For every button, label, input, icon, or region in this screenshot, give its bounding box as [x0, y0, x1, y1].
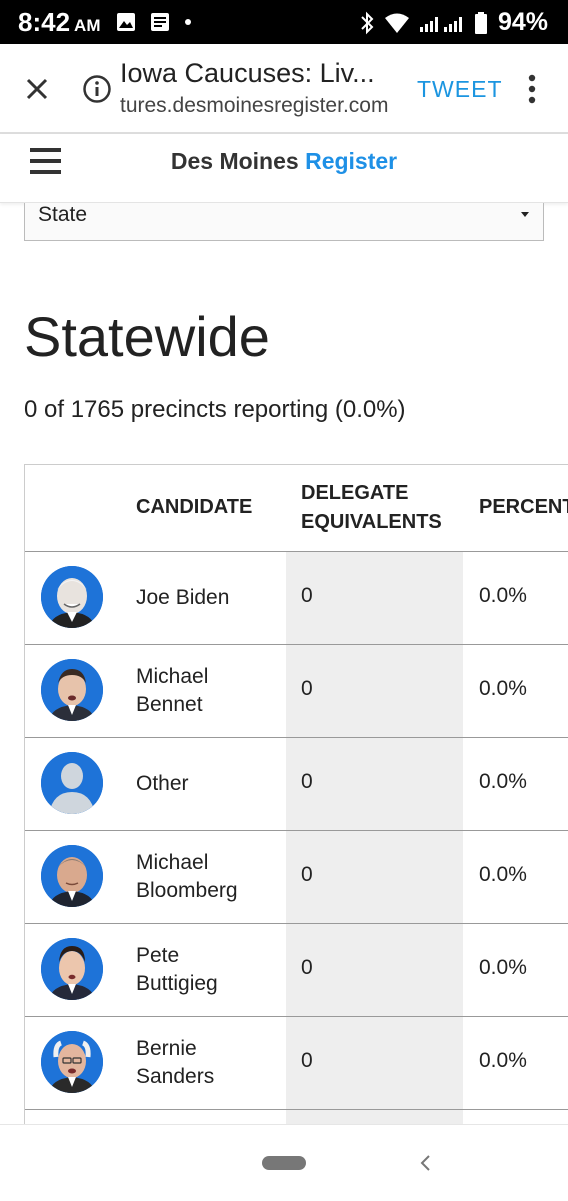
- back-chevron-icon[interactable]: [418, 1154, 432, 1172]
- dropdown-arrow-icon: [521, 212, 529, 217]
- site-logo[interactable]: Des Moines Register: [0, 148, 568, 175]
- tweet-button[interactable]: TWEET: [417, 76, 503, 103]
- bennet-photo: [41, 659, 103, 721]
- region-select[interactable]: State: [24, 203, 544, 241]
- precincts-reporting: 0 of 1765 precincts reporting (0.0%): [24, 396, 406, 423]
- battery-icon: [474, 11, 487, 34]
- percent-value: 0.0%: [479, 584, 527, 607]
- close-icon[interactable]: [22, 74, 52, 104]
- percent-value: 0.0%: [479, 1049, 527, 1072]
- candidate-name: Bernie Sanders: [136, 1037, 215, 1088]
- placeholder-person-icon: [41, 752, 103, 814]
- cell-signal-icon: [419, 16, 462, 32]
- section-title: Statewide: [24, 305, 270, 368]
- biden-photo: [41, 566, 103, 628]
- table-row: Michael Bennet 0 0.0%: [25, 645, 568, 738]
- percent-value: 0.0%: [479, 956, 527, 979]
- table-row: Pete Buttigieg 0 0.0%: [25, 924, 568, 1017]
- table-row: Other 0 0.0%: [25, 738, 568, 831]
- header-candidate[interactable]: CANDIDATE: [136, 493, 252, 522]
- status-time: 8:42 AM: [18, 7, 101, 37]
- battery-percent: 94%: [497, 8, 548, 36]
- bluetooth-icon: [361, 11, 374, 34]
- image-notification-icon: [117, 13, 135, 31]
- home-pill-button[interactable]: [262, 1156, 306, 1170]
- candidate-name: Pete Buttigieg: [136, 944, 218, 995]
- percent-value: 0.0%: [479, 863, 527, 886]
- table-row: Michael Bloomberg 0 0.0%: [25, 831, 568, 924]
- more-notifications-dot-icon: [185, 19, 191, 25]
- percent-value: 0.0%: [479, 677, 527, 700]
- region-select-value: State: [38, 203, 88, 226]
- message-notification-icon: [151, 13, 169, 31]
- more-options-icon[interactable]: [521, 72, 543, 106]
- site-header: Des Moines Register: [0, 134, 568, 203]
- delegates-value: 0: [301, 863, 313, 886]
- status-bar: 8:42 AM 94%: [0, 0, 568, 44]
- delegates-value: 0: [301, 1049, 313, 1072]
- table-row: Bernie Sanders 0 0.0%: [25, 1017, 568, 1110]
- page-title: Iowa Caucuses: Liv...: [120, 58, 375, 88]
- delegates-value: 0: [301, 770, 313, 793]
- candidate-name: Michael Bloomberg: [136, 851, 238, 902]
- wifi-icon: [384, 13, 409, 33]
- delegates-value: 0: [301, 584, 313, 607]
- info-icon[interactable]: [82, 74, 112, 104]
- browser-toolbar: Iowa Caucuses: Liv... tures.desmoinesreg…: [0, 44, 568, 134]
- bloomberg-photo: [41, 845, 103, 907]
- header-percent[interactable]: PERCENT: [479, 493, 568, 522]
- candidate-name: Michael Bennet: [136, 665, 209, 716]
- system-nav-bar: [0, 1124, 568, 1201]
- header-delegates[interactable]: DELEGATE EQUIVALENTS: [301, 479, 442, 537]
- page-url[interactable]: tures.desmoinesregister.com: [120, 94, 388, 118]
- percent-value: 0.0%: [479, 770, 527, 793]
- candidate-name: Other: [136, 772, 189, 795]
- results-table: CANDIDATE DELEGATE EQUIVALENTS PERCENT Jo…: [24, 464, 568, 1152]
- delegates-value: 0: [301, 677, 313, 700]
- buttigieg-photo: [41, 938, 103, 1000]
- candidate-name: Joe Biden: [136, 586, 230, 609]
- table-header: CANDIDATE DELEGATE EQUIVALENTS PERCENT: [25, 465, 568, 552]
- sanders-photo: [41, 1031, 103, 1093]
- delegates-value: 0: [301, 956, 313, 979]
- table-row: Joe Biden 0 0.0%: [25, 552, 568, 645]
